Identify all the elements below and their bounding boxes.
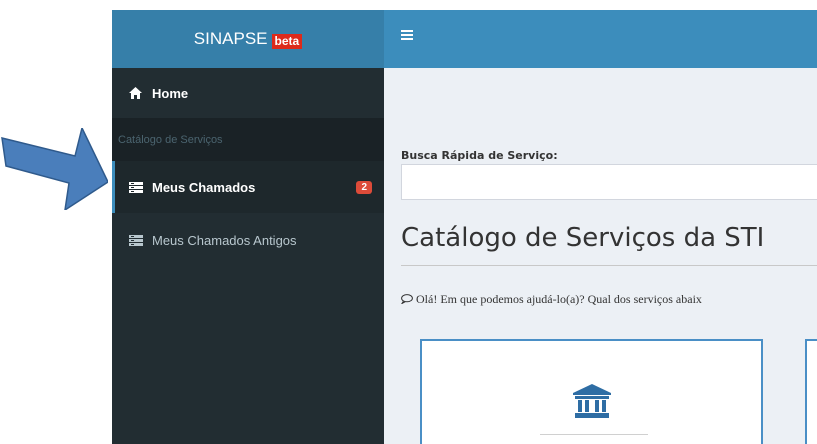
section-header-label: Catálogo de Serviços: [118, 133, 223, 146]
sidebar-item-home[interactable]: Home: [112, 68, 384, 118]
service-card[interactable]: [420, 339, 763, 444]
main-content: Busca Rápida de Serviço: Catálogo de Ser…: [384, 68, 817, 444]
beta-badge: beta: [271, 33, 303, 49]
search-input[interactable]: [401, 164, 817, 200]
count-badge: 2: [356, 180, 372, 194]
comment-icon: [400, 292, 416, 306]
service-card[interactable]: [805, 339, 817, 444]
page-title: Catálogo de Serviços da STI: [401, 223, 765, 253]
sidebar-item-meus-chamados-antigos[interactable]: Meus Chamados Antigos: [112, 215, 384, 265]
brand-logo[interactable]: SINAPSE beta: [112, 10, 384, 68]
institution-icon: [573, 384, 611, 423]
home-icon: [129, 87, 143, 99]
margin-area: [0, 0, 112, 444]
sidebar-item-meus-chamados[interactable]: Meus Chamados 2: [112, 161, 384, 213]
search-label: Busca Rápida de Serviço:: [401, 149, 558, 162]
top-navbar: [384, 10, 817, 68]
intro-label: Olá! Em que podemos ajudá-lo(a)? Qual do…: [416, 292, 702, 306]
sidebar: Home Catálogo de Serviços Meus Chamados …: [112, 68, 384, 444]
list-icon: [129, 181, 143, 193]
brand-name: SINAPSE: [193, 29, 268, 48]
top-margin: [112, 0, 817, 10]
list-icon: [129, 234, 143, 246]
sidebar-section-header: Catálogo de Serviços: [112, 118, 384, 161]
menu-icon[interactable]: [401, 30, 413, 40]
intro-text: Olá! Em que podemos ajudá-lo(a)? Qual do…: [400, 292, 702, 307]
annotation-arrow: [1, 128, 108, 210]
sidebar-item-label: Meus Chamados: [152, 179, 256, 195]
title-divider: [401, 265, 817, 266]
sidebar-item-label: Meus Chamados Antigos: [152, 232, 297, 248]
sidebar-item-label: Home: [152, 85, 189, 101]
card-divider: [540, 434, 648, 435]
